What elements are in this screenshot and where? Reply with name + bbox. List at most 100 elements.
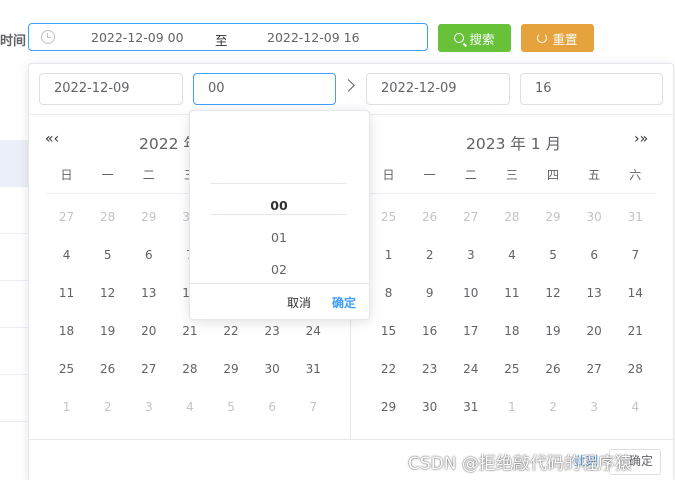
calendar-day[interactable]: 2 [409, 236, 450, 274]
calendar-day[interactable]: 29 [533, 198, 574, 236]
calendar-day[interactable]: 15 [368, 312, 409, 350]
calendar-day[interactable]: 5 [533, 236, 574, 274]
cancel-button[interactable]: 取消 [287, 294, 311, 311]
prev-year-month-icon[interactable]: «‹ [45, 131, 59, 147]
search-button[interactable]: 搜索 [438, 24, 511, 52]
range-start-value[interactable]: 2022-12-09 00 [91, 30, 184, 45]
calendar-day[interactable]: 2 [533, 388, 574, 426]
calendar-day[interactable]: 27 [128, 350, 169, 388]
calendar-day[interactable]: 3 [450, 236, 491, 274]
calendar-day[interactable]: 6 [574, 236, 615, 274]
datetime-range-input[interactable]: 2022-12-09 00 至 2022-12-09 16 [28, 23, 428, 51]
calendar-week: 1234567 [368, 236, 656, 274]
calendar-day[interactable]: 31 [293, 350, 334, 388]
calendar-week: 1234567 [46, 388, 334, 426]
calendar-day[interactable]: 14 [615, 274, 656, 312]
calendar-day[interactable]: 22 [368, 350, 409, 388]
calendar-day[interactable]: 18 [46, 312, 87, 350]
weekday-label: 二 [464, 168, 477, 182]
range-end-value[interactable]: 2022-12-09 16 [267, 30, 360, 45]
calendar-day[interactable]: 2 [87, 388, 128, 426]
calendar-day[interactable]: 10 [450, 274, 491, 312]
calendar-day[interactable]: 1 [46, 388, 87, 426]
calendar-day[interactable]: 23 [409, 350, 450, 388]
calendar-day[interactable]: 19 [87, 312, 128, 350]
calendar-day[interactable]: 1 [491, 388, 532, 426]
calendar-day[interactable]: 12 [87, 274, 128, 312]
calendar-day[interactable]: 20 [574, 312, 615, 350]
calendar-day[interactable]: 28 [169, 350, 210, 388]
end-time-input[interactable]: 16 [520, 73, 663, 105]
start-time-input[interactable]: 00 [193, 73, 336, 105]
calendar-day[interactable]: 5 [87, 236, 128, 274]
calendar-day[interactable]: 6 [252, 388, 293, 426]
reset-button[interactable]: 重置 [521, 24, 594, 52]
start-date-input[interactable]: 2022-12-09 [39, 73, 183, 105]
calendar-day[interactable]: 28 [87, 198, 128, 236]
calendar-day[interactable]: 4 [491, 236, 532, 274]
calendar-day[interactable]: 29 [211, 350, 252, 388]
weekday-label: 日 [382, 168, 395, 182]
calendar-day[interactable]: 25 [46, 350, 87, 388]
calendar-day[interactable]: 3 [128, 388, 169, 426]
spinner-option[interactable]: 00 [190, 198, 368, 213]
calendar-day[interactable]: 21 [615, 312, 656, 350]
calendar-day[interactable]: 8 [368, 274, 409, 312]
calendar-day[interactable]: 28 [491, 198, 532, 236]
calendar-day[interactable]: 27 [46, 198, 87, 236]
calendar-day[interactable]: 30 [409, 388, 450, 426]
weekday-label: 三 [505, 168, 518, 182]
calendar-week: 22 23 24 25 26 27 28 [368, 350, 656, 388]
weekday-label: 日 [60, 168, 73, 182]
calendar-day[interactable]: 7 [615, 236, 656, 274]
calendar-day[interactable]: 20 [128, 312, 169, 350]
calendar-day[interactable]: 6 [128, 236, 169, 274]
calendar-day[interactable]: 4 [615, 388, 656, 426]
calendar-day[interactable]: 29 [128, 198, 169, 236]
table-row [0, 328, 30, 375]
calendar-day[interactable]: 7 [293, 388, 334, 426]
calendar-day[interactable]: 17 [450, 312, 491, 350]
end-date-input[interactable]: 2022-12-09 [366, 73, 510, 105]
weekday-label: 五 [588, 168, 601, 182]
ok-button-label: 确定 [629, 454, 654, 468]
calendar-day[interactable]: 9 [409, 274, 450, 312]
calendar-day[interactable]: 11 [491, 274, 532, 312]
calendar-day[interactable]: 13 [574, 274, 615, 312]
calendar-day[interactable]: 25 [368, 198, 409, 236]
background-table [0, 140, 30, 422]
calendar-day[interactable]: 12 [533, 274, 574, 312]
calendar-day[interactable]: 5 [211, 388, 252, 426]
field-label: 时间 [0, 34, 27, 49]
calendar-day[interactable]: 1 [368, 236, 409, 274]
calendar-day[interactable]: 19 [533, 312, 574, 350]
table-row [0, 375, 30, 422]
calendar-day[interactable]: 11 [46, 274, 87, 312]
calendar-day[interactable]: 3 [574, 388, 615, 426]
weekday-label: 二 [142, 168, 155, 182]
calendar-day[interactable]: 26 [87, 350, 128, 388]
calendar-day[interactable]: 24 [450, 350, 491, 388]
calendar-day[interactable]: 4 [46, 236, 87, 274]
confirm-button[interactable]: 确定 [332, 294, 356, 311]
calendar-day[interactable]: 4 [169, 388, 210, 426]
calendar-day[interactable]: 25 [491, 350, 532, 388]
spinner-option[interactable]: 01 [190, 230, 368, 245]
calendar-day[interactable]: 30 [252, 350, 293, 388]
next-month-year-icon[interactable]: ›» [634, 131, 648, 147]
calendar-day[interactable]: 16 [409, 312, 450, 350]
time-spinner-popup: 00 01 02 取消 确定 [189, 110, 370, 320]
calendar-day[interactable]: 26 [409, 198, 450, 236]
calendar-day[interactable]: 28 [615, 350, 656, 388]
spinner-selection-bottom [210, 214, 347, 215]
calendar-day[interactable]: 27 [574, 350, 615, 388]
calendar-day[interactable]: 27 [450, 198, 491, 236]
calendar-day[interactable]: 26 [533, 350, 574, 388]
calendar-day[interactable]: 18 [491, 312, 532, 350]
calendar-day[interactable]: 29 [368, 388, 409, 426]
calendar-day[interactable]: 31 [615, 198, 656, 236]
calendar-day[interactable]: 13 [128, 274, 169, 312]
spinner-option[interactable]: 02 [190, 262, 368, 277]
calendar-day[interactable]: 31 [450, 388, 491, 426]
calendar-day[interactable]: 30 [574, 198, 615, 236]
